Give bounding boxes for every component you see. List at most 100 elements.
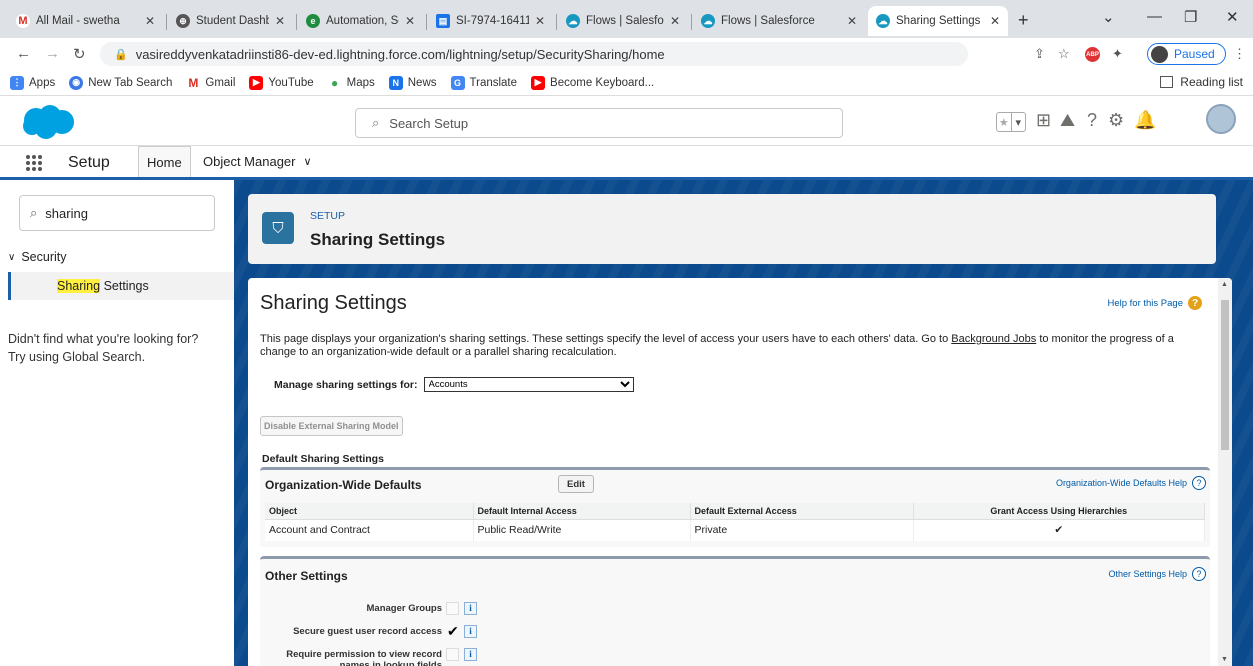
other-settings-help-link[interactable]: Other Settings Help ? <box>1108 567 1206 581</box>
page-scrollbar[interactable]: ▲ ▼ <box>1218 278 1232 666</box>
favorite-star-icon[interactable]: ★ <box>997 113 1011 131</box>
bookmark-become-keyboard[interactable]: ▶ Become Keyboard... <box>531 75 654 90</box>
scroll-down-icon[interactable]: ▼ <box>1221 656 1228 663</box>
info-icon[interactable]: i <box>464 625 477 638</box>
tab-title: SI-7974-164119 <box>456 15 529 27</box>
new-tab-icon[interactable]: + <box>1018 10 1029 31</box>
sidebar-item-sharing-settings[interactable]: Sharing Settings <box>8 272 234 300</box>
reload-icon[interactable]: ↻ <box>73 45 86 63</box>
help-question-icon[interactable]: ? <box>1087 110 1097 131</box>
bookmark-news[interactable]: N News <box>388 75 437 90</box>
background-jobs-link[interactable]: Background Jobs <box>951 333 1036 345</box>
browser-tab-automation[interactable]: e Automation, Secu ✕ <box>298 6 423 36</box>
browser-tab-student-dashboard[interactable]: ⊕ Student Dashboa ✕ <box>168 6 293 36</box>
bookmark-label: New Tab Search <box>88 76 173 89</box>
global-actions-add-icon[interactable]: ⊞ <box>1036 110 1051 131</box>
forward-arrow-icon[interactable]: → <box>45 45 60 62</box>
reading-list-button[interactable]: Reading list <box>1160 75 1243 89</box>
profile-status: Paused <box>1174 47 1215 61</box>
browser-tab-flows-1[interactable]: ☁ Flows | Salesforce ✕ <box>558 6 688 36</box>
grant-hierarchy-checkmark-icon: ✔ <box>913 519 1205 541</box>
adblock-plus-icon[interactable]: ABP <box>1085 47 1100 62</box>
tab-search-chevron-icon[interactable]: ⌄ <box>1102 8 1115 26</box>
scroll-thumb[interactable] <box>1221 300 1229 450</box>
trailhead-icon[interactable]: ⛰ <box>1060 110 1075 131</box>
setting-secure-guest-access: Secure guest user record access ✔ i <box>260 622 1210 644</box>
reading-list-label: Reading list <box>1180 75 1243 89</box>
browser-tab-si-document[interactable]: ▤ SI-7974-164119 ✕ <box>428 6 553 36</box>
setup-sidebar: ⌕ sharing ∨ Security Sharing Settings Di… <box>0 180 234 666</box>
url-text: vasireddyvenkatadriinsti86-dev-ed.lightn… <box>135 46 665 62</box>
tab-object-manager[interactable]: Object Manager ∨ <box>195 146 320 177</box>
bookmark-new-tab-search[interactable]: ◉ New Tab Search <box>69 75 173 90</box>
tab-home-label: Home <box>147 154 182 170</box>
bookmark-youtube[interactable]: ▶ YouTube <box>249 75 314 90</box>
owd-help-link[interactable]: Organization-Wide Defaults Help ? <box>1056 476 1206 490</box>
youtube-icon: ▶ <box>249 75 264 90</box>
url-input[interactable]: 🔒 vasireddyvenkatadriinsti86-dev-ed.ligh… <box>100 42 968 66</box>
edit-button[interactable]: Edit <box>558 475 594 493</box>
extensions-puzzle-icon[interactable]: ✦ <box>1112 46 1123 62</box>
user-avatar[interactable] <box>1206 104 1236 134</box>
bookmarks-bar: ⋮ Apps ◉ New Tab Search M Gmail ▶ YouTube ● M… <box>0 70 1253 96</box>
bookmark-label: Maps <box>346 76 375 89</box>
minimize-icon[interactable]: — <box>1147 8 1162 25</box>
browser-tab-flows-2[interactable]: ☁ Flows | Salesforce ✕ <box>693 6 865 36</box>
search-icon: ⌕ <box>30 205 38 220</box>
bookmark-star-icon[interactable]: ☆ <box>1058 46 1070 62</box>
close-icon[interactable]: ✕ <box>670 14 680 28</box>
browser-tab-sharing-settings[interactable]: ☁ Sharing Settings ✕ <box>868 6 1008 36</box>
setting-checkbox[interactable] <box>446 602 459 615</box>
chevron-down-icon: ∨ <box>8 251 16 263</box>
app-launcher-icon[interactable] <box>26 155 42 171</box>
bookmark-maps[interactable]: ● Maps <box>327 75 375 90</box>
close-icon[interactable]: ✕ <box>847 14 857 28</box>
close-icon[interactable]: ✕ <box>990 14 1000 28</box>
quick-find-input[interactable]: ⌕ sharing <box>19 195 215 231</box>
favorites-dropdown-icon[interactable]: ▾ <box>1010 113 1026 131</box>
info-icon[interactable]: i <box>464 602 477 615</box>
shield-icon: ⛉ <box>262 212 294 244</box>
internal-access-cell: Public Read/Write <box>473 519 691 541</box>
manage-sharing-select[interactable]: Accounts <box>423 377 634 392</box>
setting-label: Require permission to view record names … <box>286 649 442 666</box>
close-icon[interactable]: ✕ <box>535 14 545 28</box>
info-icon[interactable]: i <box>464 648 477 661</box>
manage-sharing-row: Manage sharing settings for: Accounts <box>274 377 634 392</box>
sidebar-node-security[interactable]: ∨ Security <box>8 250 66 264</box>
other-help-label: Other Settings Help <box>1108 569 1187 579</box>
share-icon[interactable]: ⇪ <box>1034 46 1045 62</box>
salesforce-logo-icon[interactable] <box>20 104 76 140</box>
salesforce-cloud-icon: ☁ <box>701 14 715 28</box>
window-close-icon[interactable]: ✕ <box>1226 8 1239 26</box>
profile-paused-button[interactable]: Paused <box>1147 43 1226 65</box>
close-icon[interactable]: ✕ <box>145 14 155 28</box>
setup-label: SETUP <box>310 210 346 222</box>
disable-external-sharing-button[interactable]: Disable External Sharing Model <box>260 416 403 436</box>
setting-checkbox[interactable]: ✔ <box>446 624 459 638</box>
browser-tab-gmail[interactable]: M All Mail - swetha ✕ <box>8 6 163 36</box>
notifications-bell-icon[interactable]: 🔔 <box>1134 110 1156 131</box>
reading-list-icon <box>1160 76 1174 88</box>
restore-icon[interactable]: ❐ <box>1184 8 1197 26</box>
setup-gear-icon[interactable]: ⚙ <box>1108 110 1124 131</box>
chevron-down-icon[interactable]: ∨ <box>304 155 312 168</box>
column-header: Default Internal Access <box>473 503 691 520</box>
back-arrow-icon[interactable]: ← <box>16 45 31 62</box>
quick-find-value: sharing <box>45 205 88 221</box>
favorites-button[interactable]: ★ ▾ <box>996 112 1026 132</box>
close-icon[interactable]: ✕ <box>275 14 285 28</box>
tab-object-manager-label: Object Manager <box>203 154 296 169</box>
bookmark-translate[interactable]: G Translate <box>450 75 517 90</box>
search-placeholder: Search Setup <box>389 115 469 131</box>
help-question-icon: ? <box>1192 567 1206 581</box>
close-icon[interactable]: ✕ <box>405 14 415 28</box>
search-setup-input[interactable]: ⌕ Search Setup <box>355 108 843 138</box>
scroll-up-icon[interactable]: ▲ <box>1221 281 1228 288</box>
setting-checkbox[interactable] <box>446 648 459 661</box>
browser-menu-icon[interactable]: ⋮ <box>1233 46 1246 62</box>
bookmark-gmail[interactable]: M Gmail <box>186 75 235 90</box>
help-for-this-page-link[interactable]: Help for this Page ? <box>1107 296 1202 310</box>
bookmark-apps[interactable]: ⋮ Apps <box>10 75 55 90</box>
tab-home[interactable]: Home <box>138 146 191 177</box>
